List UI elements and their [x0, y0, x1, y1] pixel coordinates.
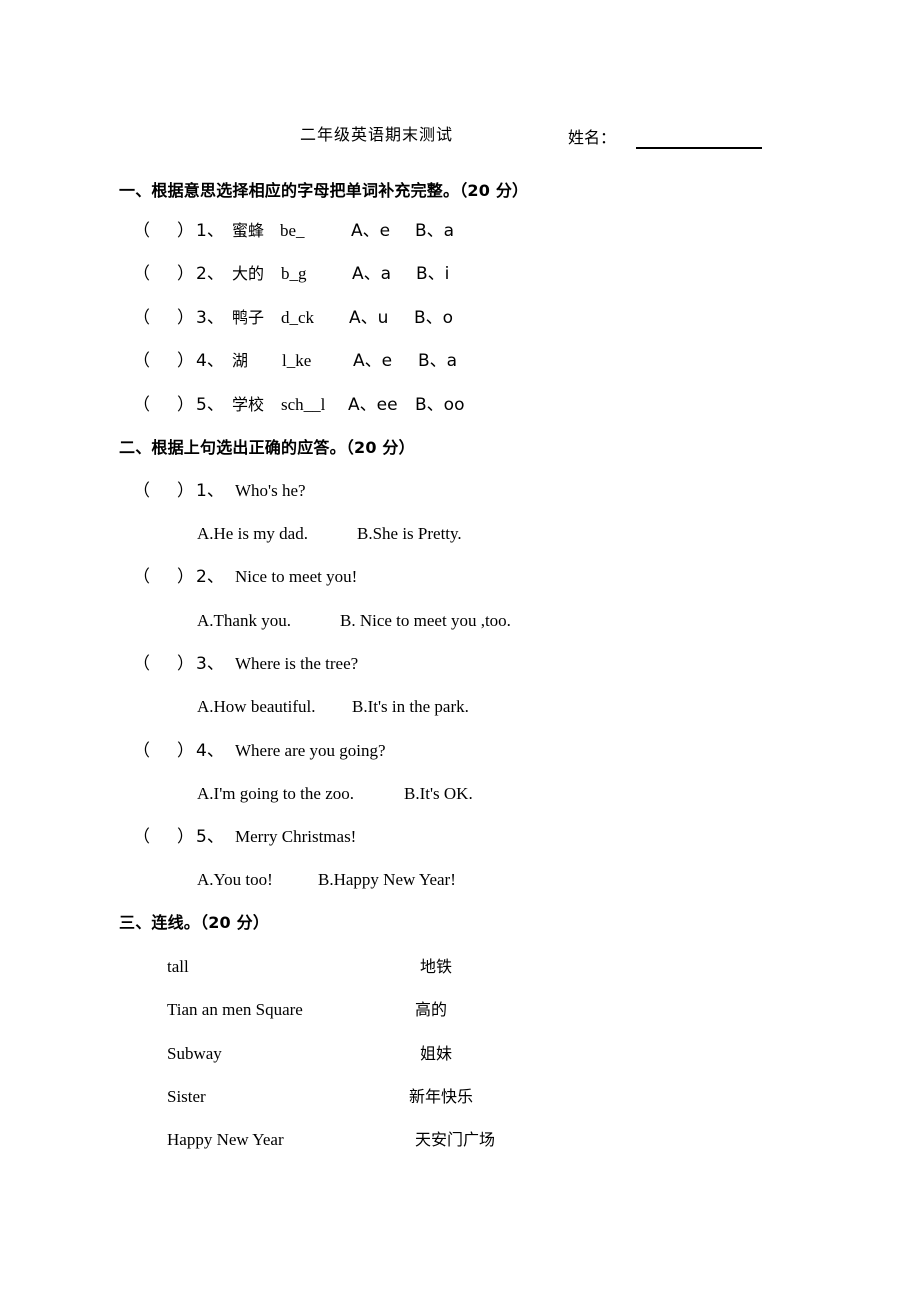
question-prompt-2-2: Nice to meet you! — [235, 567, 358, 586]
option-a-2-3[interactable]: A.How beautiful. — [197, 696, 316, 718]
answer-paren-close-2-3[interactable]: ） — [177, 653, 194, 675]
answer-paren-open-2-5: （ — [133, 827, 150, 847]
answer-paren-close-1-4[interactable]: ） — [177, 350, 194, 372]
option-b-2-4[interactable]: B.It's OK. — [404, 783, 473, 805]
question-word-1-5: sch__l — [281, 395, 326, 414]
option-a-1-5[interactable]: A、ee — [348, 394, 398, 416]
option-a-2-1[interactable]: A.He is my dad. — [197, 523, 308, 545]
option-b-1-5[interactable]: B、oo — [415, 394, 464, 416]
option-a-1-3[interactable]: A、u — [349, 307, 388, 329]
option-b-2-5[interactable]: B.Happy New Year! — [318, 869, 456, 891]
question-number-1-3: 3、 — [196, 308, 224, 328]
question-number-2-2: 2、 — [196, 567, 224, 587]
match-left-4[interactable]: Sister — [167, 1086, 206, 1108]
question-word-1-1: be_ — [280, 221, 305, 240]
match-left-1[interactable]: tall — [167, 956, 189, 978]
question-prompt-2-1: Who's he? — [235, 481, 306, 500]
question-prompt-2-4: Where are you going? — [235, 741, 386, 760]
answer-paren-close-2-1[interactable]: ） — [177, 480, 194, 502]
answer-paren-close-2-5[interactable]: ） — [177, 826, 194, 848]
question-number-2-1: 1、 — [196, 481, 224, 501]
question-word-1-2: b_g — [281, 264, 307, 283]
answer-paren-open-1-3: （ — [133, 308, 150, 328]
title-row: 二年级英语期末测试 姓名： — [0, 118, 920, 162]
exam-page: 二年级英语期末测试 姓名： 一、根据意思选择相应的字母把单词补充完整。（20 分… — [0, 0, 920, 1302]
page-title: 二年级英语期末测试 — [300, 125, 454, 144]
answer-paren-open-1-2: （ — [133, 264, 150, 284]
answer-paren-open-1-4: （ — [133, 351, 150, 371]
question-word-1-3: d_ck — [281, 308, 315, 327]
question-word-1-4: l_ke — [282, 351, 312, 370]
answer-paren-close-1-2[interactable]: ） — [177, 263, 194, 285]
question-meaning-1-2: 大的 — [232, 264, 265, 283]
option-b-1-3[interactable]: B、o — [414, 307, 453, 329]
match-right-2[interactable]: 高的 — [415, 999, 447, 1021]
answer-paren-close-1-1[interactable]: ） — [177, 220, 194, 242]
option-b-2-1[interactable]: B.She is Pretty. — [357, 523, 462, 545]
question-number-2-4: 4、 — [196, 741, 224, 761]
match-left-2[interactable]: Tian an men Square — [167, 999, 303, 1021]
option-a-1-1[interactable]: A、e — [351, 220, 390, 242]
match-right-4[interactable]: 新年快乐 — [409, 1086, 473, 1108]
answer-paren-open-2-4: （ — [133, 741, 150, 761]
section-3-heading: 三、连线。（20 分） — [119, 913, 270, 932]
option-a-2-2[interactable]: A.Thank you. — [197, 610, 291, 632]
question-number-1-4: 4、 — [196, 351, 224, 371]
question-prompt-2-5: Merry Christmas! — [235, 827, 357, 846]
question-number-1-1: 1、 — [196, 221, 224, 241]
answer-paren-open-1-5: （ — [133, 395, 150, 415]
answer-paren-close-1-5[interactable]: ） — [177, 394, 194, 416]
answer-paren-open-1-1: （ — [133, 221, 150, 241]
match-left-3[interactable]: Subway — [167, 1043, 222, 1065]
answer-paren-open-2-3: （ — [133, 654, 150, 674]
section-2-heading: 二、根据上句选出正确的应答。（20 分） — [119, 438, 415, 457]
option-b-2-2[interactable]: B. Nice to meet you ,too. — [340, 610, 511, 632]
question-number-2-3: 3、 — [196, 654, 224, 674]
name-input-blank[interactable] — [636, 147, 762, 149]
name-label: 姓名： — [568, 128, 617, 147]
option-b-2-3[interactable]: B.It's in the park. — [352, 696, 469, 718]
answer-paren-close-2-2[interactable]: ） — [177, 566, 194, 588]
match-right-3[interactable]: 姐妹 — [420, 1043, 452, 1065]
match-left-5[interactable]: Happy New Year — [167, 1129, 284, 1151]
question-number-1-2: 2、 — [196, 264, 224, 284]
question-meaning-1-4: 湖 — [232, 351, 249, 370]
option-a-1-4[interactable]: A、e — [353, 350, 392, 372]
question-meaning-1-5: 学校 — [232, 395, 265, 414]
answer-paren-open-2-1: （ — [133, 481, 150, 501]
question-prompt-2-3: Where is the tree? — [235, 654, 359, 673]
question-meaning-1-3: 鸭子 — [232, 308, 265, 327]
option-b-1-1[interactable]: B、a — [415, 220, 454, 242]
match-right-5[interactable]: 天安门广场 — [415, 1129, 495, 1151]
option-a-1-2[interactable]: A、a — [352, 263, 391, 285]
question-number-2-5: 5、 — [196, 827, 224, 847]
question-number-1-5: 5、 — [196, 395, 224, 415]
option-b-1-2[interactable]: B、i — [416, 263, 449, 285]
answer-paren-close-2-4[interactable]: ） — [177, 740, 194, 762]
option-a-2-4[interactable]: A.I'm going to the zoo. — [197, 783, 354, 805]
section-1-heading: 一、根据意思选择相应的字母把单词补充完整。（20 分） — [119, 181, 529, 200]
option-a-2-5[interactable]: A.You too! — [197, 869, 273, 891]
match-right-1[interactable]: 地铁 — [420, 956, 452, 978]
question-meaning-1-1: 蜜蜂 — [232, 221, 265, 240]
answer-paren-close-1-3[interactable]: ） — [177, 307, 194, 329]
option-b-1-4[interactable]: B、a — [418, 350, 457, 372]
answer-paren-open-2-2: （ — [133, 567, 150, 587]
